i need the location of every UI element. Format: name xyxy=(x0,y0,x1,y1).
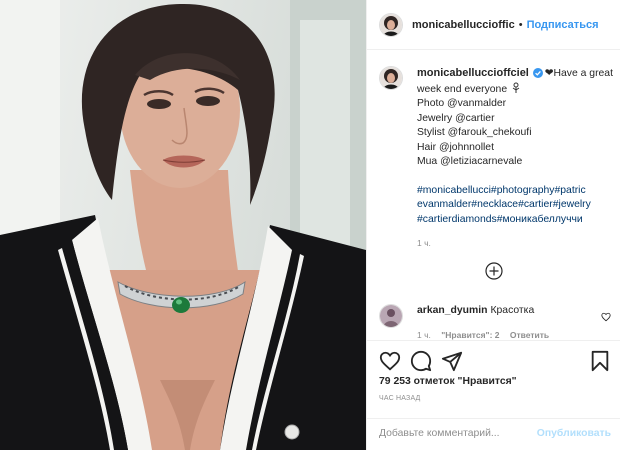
caption-hashtags: #monicabellucci#photography#patric evanm… xyxy=(417,184,615,228)
caption-credit: Jewelry @cartier xyxy=(417,112,495,124)
caption-body: monicabelluccioffciel ❤Have a great week… xyxy=(417,66,615,251)
hashtag-line[interactable]: #cartierdiamonds#моникабеллуччи xyxy=(417,213,615,228)
share-icon[interactable] xyxy=(441,350,463,372)
post-side-panel: monicabelluccioffic • Подписаться monica… xyxy=(366,0,620,450)
follow-button[interactable]: Подписаться xyxy=(527,19,599,31)
caption-credit: Hair @johnnollet xyxy=(417,141,494,153)
post-photo[interactable] xyxy=(0,0,366,450)
comment-body: arkan_dyumin Красотка xyxy=(417,304,615,318)
caption-username[interactable]: monicabelluccioffciel xyxy=(417,67,529,79)
action-bar xyxy=(367,340,620,380)
publish-comment-button[interactable]: Опубликовать xyxy=(537,428,611,439)
verified-badge-icon xyxy=(532,68,543,78)
portrait-illustration xyxy=(0,0,366,450)
comment-heart-icon[interactable] xyxy=(601,312,611,322)
hashtag-line[interactable]: #monicabellucci#photography#patric xyxy=(417,184,615,199)
comment-meta: 1 ч. "Нравится": 2 Ответить xyxy=(417,330,615,340)
author-avatar[interactable] xyxy=(379,12,403,37)
instagram-post: monicabelluccioffic • Подписаться monica… xyxy=(0,0,620,450)
comment-likes[interactable]: "Нравится": 2 xyxy=(441,330,499,340)
post-timestamp[interactable]: ЧАС НАЗАД xyxy=(379,395,421,402)
hashtag-line[interactable]: evanmalder#necklace#cartier#jewelry xyxy=(417,198,615,213)
likes-count[interactable]: 79 253 отметок "Нравится" xyxy=(379,376,517,387)
add-comment-bar: Добавьте комментарий... Опубликовать xyxy=(367,418,620,450)
save-icon[interactable] xyxy=(589,350,611,372)
post-header: monicabelluccioffic • Подписаться xyxy=(367,0,620,50)
comment-icon[interactable] xyxy=(410,350,432,372)
avatar-image xyxy=(380,305,402,327)
author-username[interactable]: monicabelluccioffic xyxy=(412,19,515,31)
comment-item: arkan_dyumin Красотка 1 ч. "Нравится": 2 … xyxy=(379,304,615,340)
plus-circle-icon[interactable] xyxy=(485,262,503,280)
caption-credit: Mua @letiziacarnevale xyxy=(417,156,523,167)
avatar-image xyxy=(380,13,402,36)
caption-time[interactable]: 1 ч. xyxy=(417,236,615,251)
heart-icon[interactable] xyxy=(379,350,401,372)
commenter-avatar[interactable] xyxy=(379,304,403,328)
header-separator: • xyxy=(518,18,523,31)
commenter-username[interactable]: arkan_dyumin xyxy=(417,305,487,316)
comment-reply-button[interactable]: Ответить xyxy=(510,330,549,340)
caption-credit: Stylist @farouk_chekoufi xyxy=(417,127,532,138)
comment-time[interactable]: 1 ч. xyxy=(417,330,431,340)
flower-emoji-icon xyxy=(512,82,520,93)
avatar-image xyxy=(380,67,402,89)
comment-text: Красотка xyxy=(490,305,535,316)
comment-input[interactable]: Добавьте комментарий... xyxy=(379,428,500,439)
caption-author-avatar[interactable] xyxy=(379,66,403,90)
caption-credit: Photo @vanmalder xyxy=(417,98,507,109)
post-caption: monicabelluccioffciel ❤Have a great week… xyxy=(379,66,615,251)
